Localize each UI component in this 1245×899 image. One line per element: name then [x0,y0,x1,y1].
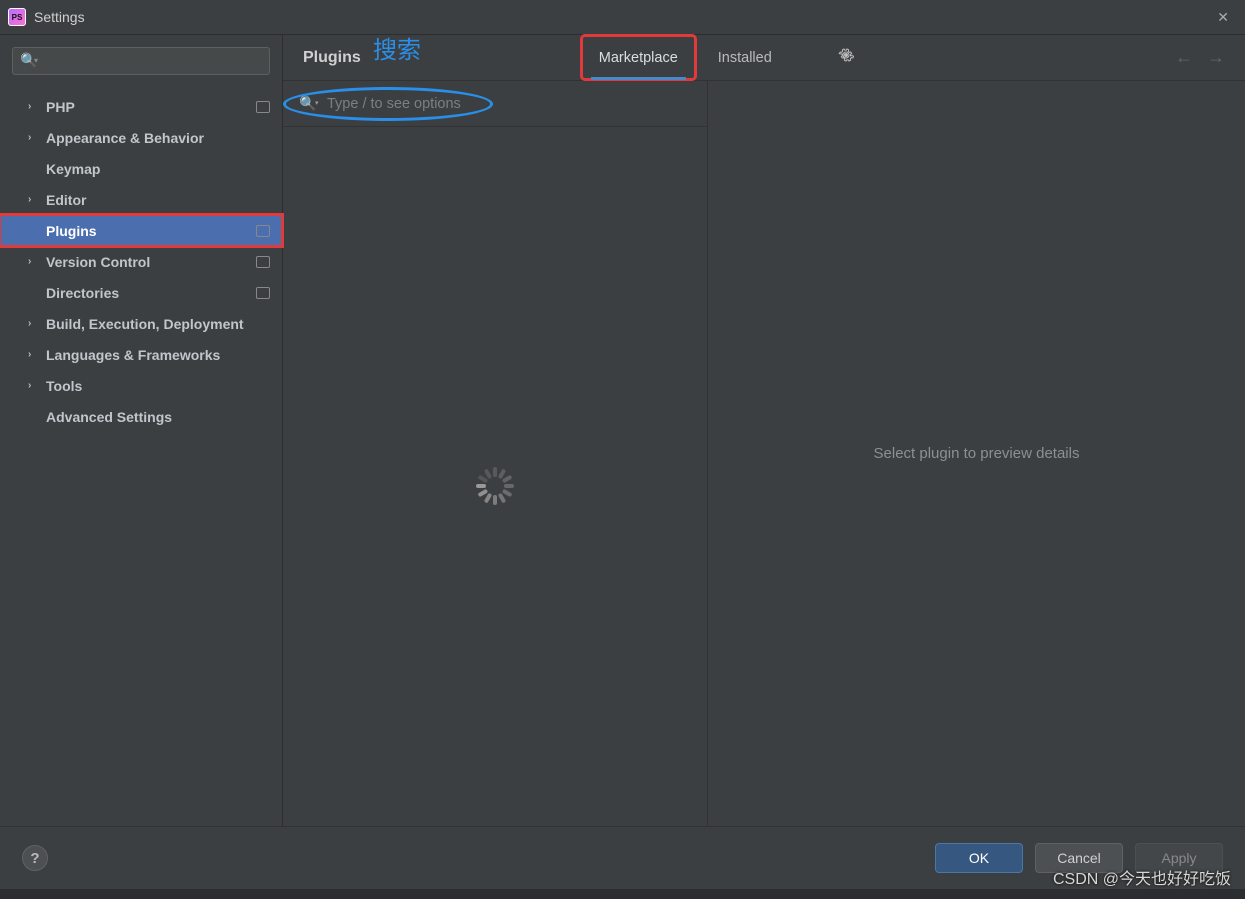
nav-arrows: ← → [1175,47,1225,68]
sidebar-item-label: Version Control [46,254,150,270]
sidebar-item-label: Tools [46,378,82,394]
sidebar-item-label: Advanced Settings [46,409,172,425]
window-title: Settings [34,9,85,25]
main-panel: Plugins 搜索 Marketplace Installed ← → 🔍 ▾ [283,35,1245,826]
tab-marketplace[interactable]: Marketplace [581,35,696,80]
plugin-search[interactable]: 🔍 ▾ [283,81,707,127]
sidebar-item-editor[interactable]: › Editor [0,184,282,215]
cancel-button[interactable]: Cancel [1035,843,1123,873]
page-title: Plugins [303,49,361,67]
annotation-search-label: 搜索 [373,30,421,65]
sidebar-item-php[interactable]: › PHP [0,91,282,122]
dialog-footer: ? OK Cancel Apply [0,826,1245,889]
sidebar-item-label: Keymap [46,161,100,177]
sidebar-item-directories[interactable]: Directories [0,277,282,308]
project-badge-icon [256,256,270,268]
sidebar-item-label: Directories [46,285,119,301]
app-icon: PS [8,8,26,26]
plugin-tabs: Marketplace Installed [581,35,858,80]
chevron-right-icon: › [28,132,31,143]
chevron-right-icon: › [28,318,31,329]
chevron-right-icon: › [28,256,31,267]
sidebar-item-label: Editor [46,192,86,208]
help-button[interactable]: ? [22,845,48,871]
sidebar-search[interactable]: 🔍 ▾ [12,47,270,75]
sidebar-item-advanced[interactable]: Advanced Settings [0,401,282,432]
sidebar-item-appearance[interactable]: › Appearance & Behavior [0,122,282,153]
apply-button[interactable]: Apply [1135,843,1223,873]
sidebar-item-languages[interactable]: › Languages & Frameworks [0,339,282,370]
sidebar-item-build[interactable]: › Build, Execution, Deployment [0,308,282,339]
settings-sidebar: 🔍 ▾ › PHP › Appearance & Behavior Keymap ›… [0,35,283,826]
back-icon[interactable]: ← [1175,47,1193,68]
chevron-right-icon: › [28,101,31,112]
ok-button[interactable]: OK [935,843,1023,873]
sidebar-item-label: Languages & Frameworks [46,347,220,363]
sidebar-item-label: PHP [46,99,75,115]
settings-tree: › PHP › Appearance & Behavior Keymap › Edit… [0,87,282,436]
loading-spinner-icon [476,467,514,505]
sidebar-item-label: Plugins [46,223,97,239]
chevron-right-icon: › [28,194,31,205]
gear-icon[interactable] [834,43,858,72]
main-header: Plugins 搜索 Marketplace Installed ← → [283,35,1245,81]
detail-placeholder: Select plugin to preview details [874,445,1080,462]
sidebar-item-tools[interactable]: › Tools [0,370,282,401]
project-badge-icon [256,101,270,113]
chevron-down-icon: ▾ [34,56,38,65]
chevron-right-icon: › [28,349,31,360]
chevron-right-icon: › [28,380,31,391]
tab-installed[interactable]: Installed [700,35,790,80]
plugin-search-input[interactable] [295,89,695,119]
project-badge-icon [256,287,270,299]
sidebar-search-input[interactable] [12,47,270,75]
close-icon[interactable]: ✕ [1209,5,1237,30]
plugin-list-panel: 🔍 ▾ [283,81,708,826]
sidebar-item-keymap[interactable]: Keymap [0,153,282,184]
titlebar: PS Settings ✕ [0,0,1245,35]
sidebar-item-label: Build, Execution, Deployment [46,316,244,332]
chevron-down-icon: ▾ [315,99,319,107]
sidebar-item-label: Appearance & Behavior [46,130,204,146]
search-icon: 🔍 [299,95,316,112]
forward-icon[interactable]: → [1207,47,1225,68]
plugin-detail-panel: Select plugin to preview details [708,81,1245,826]
project-badge-icon [256,225,270,237]
sidebar-item-vcs[interactable]: › Version Control [0,246,282,277]
sidebar-item-plugins[interactable]: Plugins [0,215,282,246]
